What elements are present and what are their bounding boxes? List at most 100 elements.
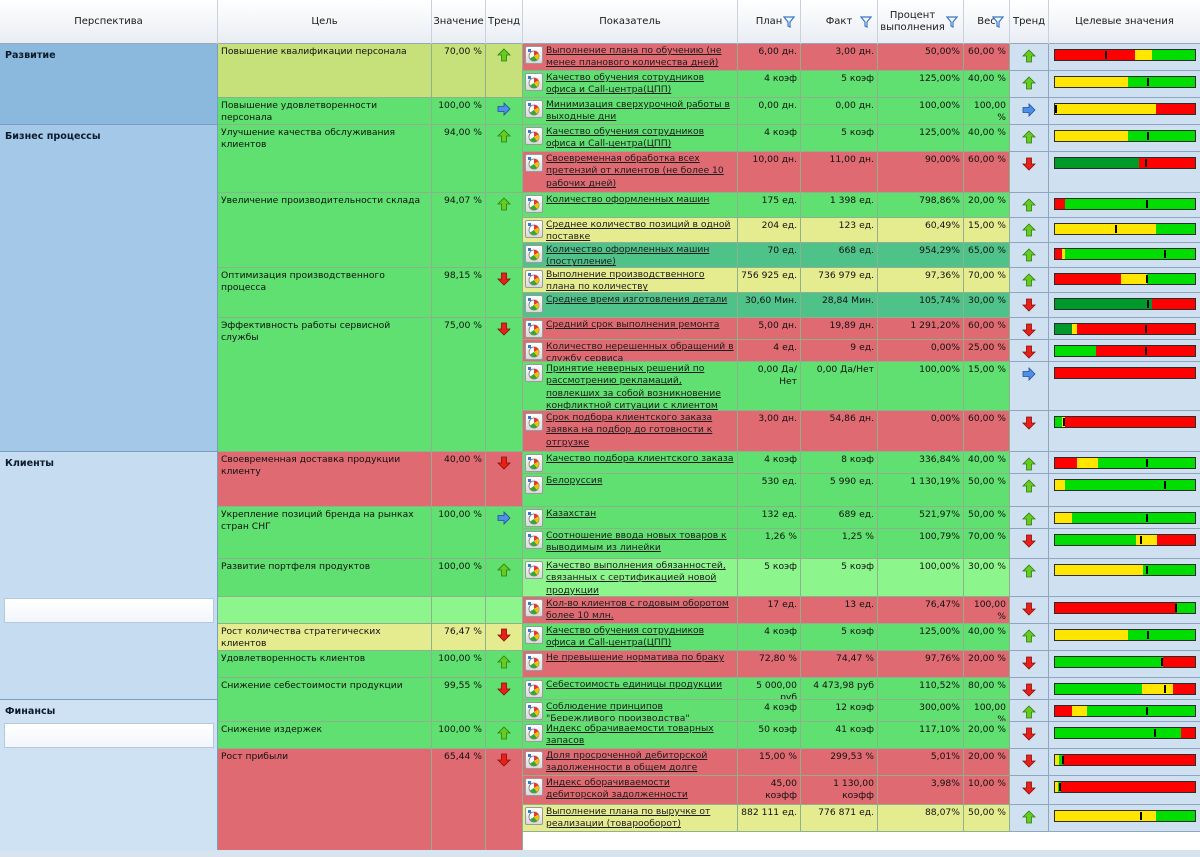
indicator-name[interactable]: Выполнение производственного плана по ко… [546,269,735,292]
indicator-cell[interactable]: Количество оформленных машин (поступлени… [523,243,738,268]
perspective-cell[interactable]: Бизнес процессы [0,125,218,452]
indicator-cell[interactable]: Выполнение производственного плана по ко… [523,268,738,293]
indicator-cell[interactable]: Себестоимость единицы продукции [523,678,738,700]
kpi-chart-icon[interactable] [525,561,543,579]
kpi-chart-icon[interactable] [525,342,543,360]
kpi-chart-icon[interactable] [525,46,543,64]
indicator-cell[interactable]: Соотношение ввода новых товаров к выводи… [523,529,738,559]
indicator-name[interactable]: Минимизация сверхурочной работы в выходн… [546,99,735,123]
perspective-selection-row[interactable] [4,598,214,623]
kpi-chart-icon[interactable] [525,751,543,769]
indicator-name[interactable]: Соблюдение принципов "Бережливого произв… [546,701,735,721]
indicator-name[interactable]: Доля просроченной дебиторской задолженно… [546,750,735,774]
kpi-chart-icon[interactable] [525,626,543,644]
filter-icon[interactable] [992,16,1004,28]
goal-cell[interactable]: Развитие портфеля продуктов [218,559,432,597]
header-weight[interactable]: Вес [964,0,1010,44]
goal-cell[interactable]: Снижение издержек [218,722,432,749]
goal-cell[interactable] [218,597,432,624]
indicator-cell[interactable]: Срок подбора клиентского заказа заявка н… [523,411,738,452]
indicator-name[interactable]: Среднее количество позиций в одной поста… [546,219,735,242]
header-trend2[interactable]: Тренд [1010,0,1049,44]
indicator-name[interactable]: Себестоимость единицы продукции [546,679,722,698]
kpi-chart-icon[interactable] [525,100,543,118]
filter-icon[interactable] [946,16,958,28]
goal-cell[interactable]: Повышение удовлетворенности персонала [218,98,432,125]
indicator-cell[interactable]: Кол-во клиентов с годовым оборотом более… [523,597,738,624]
goal-cell[interactable]: Своевременная доставка продукции клиенту [218,452,432,507]
kpi-chart-icon[interactable] [525,127,543,145]
indicator-name[interactable]: Количество оформленных машин [546,194,709,216]
indicator-cell[interactable]: Качество выполнения обязанностей, связан… [523,559,738,597]
kpi-chart-icon[interactable] [525,270,543,288]
indicator-name[interactable]: Срок подбора клиентского заказа заявка н… [546,412,735,450]
indicator-name[interactable]: Качество обучения сотрудников офиса и Ca… [546,72,735,96]
kpi-chart-icon[interactable] [525,295,543,313]
indicator-name[interactable]: Средний срок выполнения ремонта [546,319,719,338]
indicator-name[interactable]: Индекс обрачиваемости товарных запасов [546,723,735,747]
kpi-chart-icon[interactable] [525,680,543,698]
indicator-name[interactable]: Соотношение ввода новых товаров к выводи… [546,530,735,557]
goal-cell[interactable]: Снижение себестоимости продукции [218,678,432,722]
kpi-chart-icon[interactable] [525,509,543,527]
indicator-name[interactable]: Выполнение плана по выручке от реализаци… [546,806,735,830]
kpi-chart-icon[interactable] [525,476,543,494]
indicator-cell[interactable]: Своевременная обработка всех претензий о… [523,152,738,193]
indicator-cell[interactable]: Казахстан [523,507,738,529]
kpi-chart-icon[interactable] [525,73,543,91]
indicator-name[interactable]: Индекс оборачиваемости дебиторской задол… [546,777,735,803]
goal-cell[interactable]: Повышение квалификации персонала [218,44,432,98]
indicator-name[interactable]: Качество выполнения обязанностей, связан… [546,560,735,596]
kpi-chart-icon[interactable] [525,413,543,431]
kpi-chart-icon[interactable] [525,531,543,549]
goal-cell[interactable]: Укрепление позиций бренда на рынках стра… [218,507,432,559]
kpi-chart-icon[interactable] [525,702,543,720]
indicator-name[interactable]: Выполнение плана по обучению (не менее п… [546,45,735,69]
header-value[interactable]: Значение [432,0,486,44]
goal-cell[interactable]: Улучшение качества обслуживания клиентов [218,125,432,193]
indicator-cell[interactable]: Не превышение норматива по браку [523,651,738,678]
header-fact[interactable]: Факт [801,0,878,44]
indicator-cell[interactable]: Среднее время изготовления детали [523,293,738,318]
indicator-cell[interactable]: Минимизация сверхурочной работы в выходн… [523,98,738,125]
kpi-chart-icon[interactable] [525,454,543,472]
indicator-cell[interactable]: Количество оформленных машин [523,193,738,218]
indicator-cell[interactable]: Доля просроченной дебиторской задолженно… [523,749,738,776]
indicator-name[interactable]: Казахстан [546,508,596,527]
kpi-chart-icon[interactable] [525,364,543,382]
indicator-cell[interactable]: Белоруссия [523,474,738,507]
header-perspective[interactable]: Перспектива [0,0,218,44]
kpi-chart-icon[interactable] [525,807,543,825]
indicator-cell[interactable]: Соблюдение принципов "Бережливого произв… [523,700,738,722]
perspective-cell[interactable]: Клиенты [0,452,218,700]
indicator-name[interactable]: Качество обучения сотрудников офиса и Ca… [546,625,735,649]
indicator-name[interactable]: Принятие неверных решений по рассмотрени… [546,363,735,410]
indicator-cell[interactable]: Индекс оборачиваемости дебиторской задол… [523,776,738,805]
indicator-cell[interactable]: Выполнение плана по выручке от реализаци… [523,805,738,832]
indicator-cell[interactable]: Качество подбора клиентского заказа [523,452,738,474]
goal-cell[interactable]: Эффективность работы сервисной службы [218,318,432,452]
indicator-cell[interactable]: Количество нерешенных обращений в службу… [523,340,738,362]
indicator-cell[interactable]: Индекс обрачиваемости товарных запасов [523,722,738,749]
kpi-chart-icon[interactable] [525,220,543,238]
goal-cell[interactable]: Удовлетворенность клиентов [218,651,432,678]
header-percent[interactable]: Процент выполнения [878,0,964,44]
indicator-name[interactable]: Своевременная обработка всех претензий о… [546,153,735,191]
indicator-name[interactable]: Белоруссия [546,475,602,505]
header-trend[interactable]: Тренд [486,0,523,44]
kpi-chart-icon[interactable] [525,599,543,617]
kpi-chart-icon[interactable] [525,778,543,796]
kpi-chart-icon[interactable] [525,320,543,338]
indicator-cell[interactable]: Качество обучения сотрудников офиса и Ca… [523,624,738,651]
goal-cell[interactable]: Рост прибыли [218,749,432,857]
header-indicator[interactable]: Показатель [523,0,738,44]
indicator-cell[interactable]: Выполнение плана по обучению (не менее п… [523,44,738,71]
perspective-selection-row[interactable] [4,723,214,748]
goal-cell[interactable]: Оптимизация производственного процесса [218,268,432,318]
indicator-name[interactable]: Качество подбора клиентского заказа [546,453,733,472]
kpi-chart-icon[interactable] [525,195,543,213]
goal-cell[interactable]: Увеличение производительности склада [218,193,432,268]
kpi-chart-icon[interactable] [525,724,543,742]
kpi-chart-icon[interactable] [525,245,543,263]
indicator-cell[interactable]: Принятие неверных решений по рассмотрени… [523,362,738,411]
